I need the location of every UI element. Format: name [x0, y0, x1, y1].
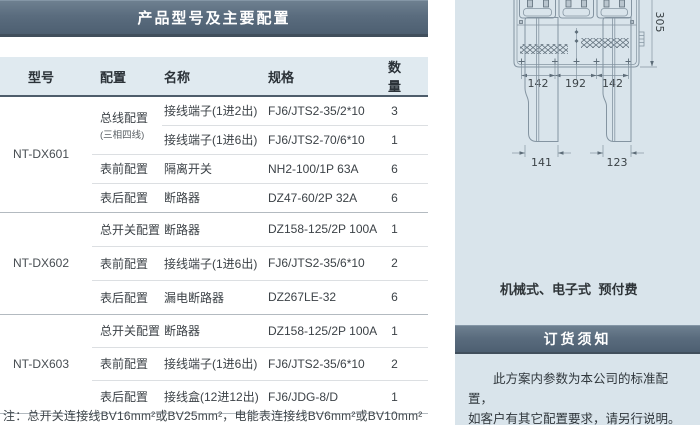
model-cell: NT-DX602 — [0, 212, 92, 314]
qty-cell: 6 — [383, 280, 428, 314]
table-row: NT-DX602 总开关配置 断路器 DZ158-125/2P 100A 1 — [0, 212, 428, 246]
name-cell: 漏电断路器 — [162, 280, 265, 314]
spec-cell: FJ6/JTS2-35/2*10 — [265, 96, 383, 125]
name-cell: 断路器 — [162, 183, 265, 212]
ordering-notes-bar: 订货须知 — [455, 325, 700, 354]
table-header: 型号 配置 名称 规格 数量 — [0, 57, 428, 96]
name-cell: 接线端子(1进2出) — [162, 96, 265, 125]
latch-detail — [639, 32, 644, 46]
config-cell: 总开关配置 — [92, 314, 162, 347]
config-cell: 表前配置 — [92, 246, 162, 280]
fastener-squares — [528, 0, 625, 7]
config-cell: 总线配置 (三相四线) — [92, 96, 162, 154]
spec-cell: NH2-100/1P 63A — [265, 154, 383, 183]
front-view — [514, 0, 644, 67]
config-cell: 表后配置 — [92, 183, 162, 212]
qty-cell: 6 — [383, 183, 428, 212]
dim-192: 192 — [565, 77, 586, 90]
model-cell: NT-DX601 — [0, 96, 92, 212]
louver-left — [520, 44, 568, 54]
header-qty: 数量 — [383, 57, 428, 96]
louver-right — [581, 38, 629, 48]
qty-cell: 3 — [383, 96, 428, 125]
name-cell: 隔离开关 — [162, 154, 265, 183]
config-note: (三相四线) — [100, 127, 162, 141]
name-cell: 接线端子(1进6出) — [162, 125, 265, 154]
drawing-panel: 142 192 142 305 141 12 — [455, 0, 700, 425]
catalog-page: { "left": { "title": "产品型号及主要配置", "table… — [0, 0, 700, 425]
group-ntdx601: NT-DX601 总线配置 (三相四线) 接线端子(1进2出) FJ6/JTS2… — [0, 96, 428, 212]
model-cell: NT-DX603 — [0, 314, 92, 413]
meter-box-technical-drawing: 142 192 142 305 141 12 — [455, 0, 700, 300]
name-cell: 断路器 — [162, 212, 265, 246]
profile-label-prepaid: 预付费 — [588, 279, 648, 298]
ordering-line-1: 此方案内参数为本公司的标准配置， — [468, 372, 668, 406]
configuration-table: 型号 配置 名称 规格 数量 NT-DX601 总线配置 (三相四线) 接线端子… — [0, 57, 428, 414]
dim-123: 123 — [607, 156, 628, 169]
header-model: 型号 — [0, 57, 92, 96]
qty-cell: 1 — [383, 212, 428, 246]
spec-cell: DZ158-125/2P 100A — [265, 212, 383, 246]
dim-305: 305 — [653, 12, 666, 33]
table-row: NT-DX601 总线配置 (三相四线) 接线端子(1进2出) FJ6/JTS2… — [0, 96, 428, 125]
table-row: NT-DX603 总开关配置 断路器 DZ158-125/2P 100A 1 — [0, 314, 428, 347]
name-cell: 接线端子(1进6出) — [162, 246, 265, 280]
dim-142-left: 142 — [528, 77, 549, 90]
section-title: 产品型号及主要配置 — [137, 7, 290, 28]
dim-141: 141 — [531, 156, 552, 169]
qty-cell: 1 — [383, 314, 428, 347]
config-cell: 表前配置 — [92, 347, 162, 380]
config-cell: 表前配置 — [92, 154, 162, 183]
spec-cell: FJ6/JTS2-35/6*10 — [265, 246, 383, 280]
group-ntdx602: NT-DX602 总开关配置 断路器 DZ158-125/2P 100A 1 表… — [0, 212, 428, 314]
ordering-notes-text: 此方案内参数为本公司的标准配置， 如客户有其它配置要求，请另行说明。 — [468, 369, 688, 429]
table-footnote: 注：总开关连接线BV16mm²或BV25mm²，电能表连接线BV6mm²或BV1… — [3, 407, 453, 424]
name-cell: 断路器 — [162, 314, 265, 347]
spec-cell: DZ267LE-32 — [265, 280, 383, 314]
name-cell: 接线端子(1进6出) — [162, 347, 265, 380]
config-cell: 总开关配置 — [92, 212, 162, 246]
spec-cell: FJ6/JTS2-70/6*10 — [265, 125, 383, 154]
spec-cell: DZ47-60/2P 32A — [265, 183, 383, 212]
spec-cell: DZ158-125/2P 100A — [265, 314, 383, 347]
header-name: 名称 — [162, 57, 265, 96]
qty-cell: 1 — [383, 125, 428, 154]
section-title-bar: 产品型号及主要配置 — [0, 0, 428, 37]
spec-cell: FJ6/JTS2-35/6*10 — [265, 347, 383, 380]
qty-cell: 2 — [383, 347, 428, 380]
front-height-dimension — [640, 0, 657, 67]
header-spec: 规格 — [265, 57, 383, 96]
group-ntdx603: NT-DX603 总开关配置 断路器 DZ158-125/2P 100A 1 表… — [0, 314, 428, 413]
config-label: 总线配置 — [100, 109, 162, 126]
ordering-line-2: 如客户有其它配置要求，请另行说明。 — [468, 412, 681, 426]
qty-cell: 2 — [383, 246, 428, 280]
qty-cell: 6 — [383, 154, 428, 183]
header-config: 配置 — [92, 57, 162, 96]
ordering-notes-title: 订货须知 — [544, 329, 612, 349]
config-cell: 表后配置 — [92, 280, 162, 314]
